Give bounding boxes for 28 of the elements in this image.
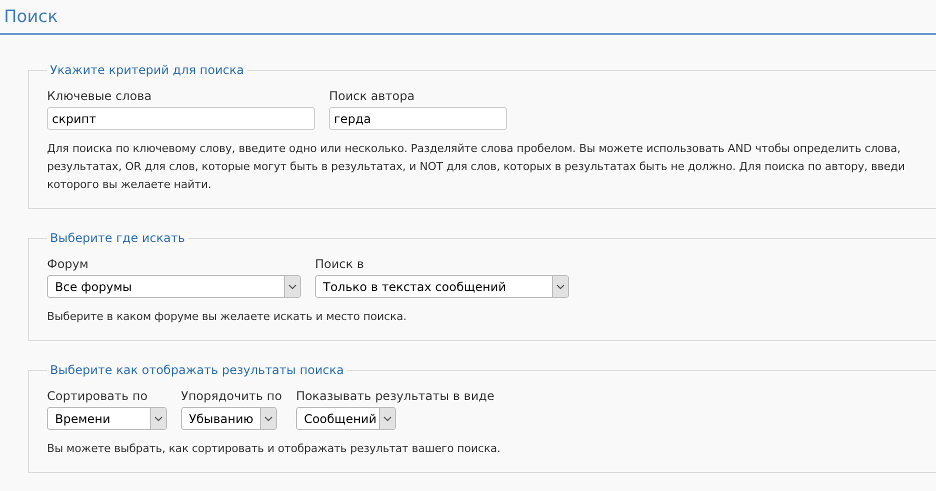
help-text: результатах, OR для слов, которые могут быть в результатах, и NOT для слов, которых в результатах быть не должно. Для поиска по автору, введи	[47, 159, 905, 175]
dropdown-select[interactable]: Убыванию	[181, 407, 277, 430]
field-label: Ключевые слова	[47, 89, 153, 104]
help-text: Выберите в каком форуме вы желаете искать и место поиска.	[47, 309, 407, 325]
field-label: Упорядочить по	[181, 389, 282, 404]
page-title: Поиск	[4, 6, 59, 28]
dropdown-select[interactable]: Только в текстах сообщений	[315, 275, 569, 298]
text-input-field[interactable]: герда	[329, 107, 507, 130]
field-label: Поиск в	[315, 257, 365, 272]
help-text: которого вы желаете найти.	[47, 177, 212, 193]
dropdown-select[interactable]: Все форумы	[47, 275, 301, 298]
section-legend: Выберите где искать	[48, 231, 187, 245]
chevron-down-icon	[552, 276, 568, 297]
field-label: Форум	[47, 257, 90, 272]
section-legend: Укажите критерий для поиска	[48, 63, 246, 77]
field-label: Показывать результаты в виде	[296, 389, 494, 404]
field-label: Поиск автора	[329, 89, 416, 104]
dropdown-select[interactable]: Сообщений	[296, 407, 396, 430]
field-label: Сортировать по	[47, 389, 149, 404]
chevron-down-icon	[260, 408, 276, 429]
section-legend: Выберите как отображать результаты поиска	[48, 363, 346, 377]
chevron-down-icon	[150, 408, 166, 429]
help-text: Для поиска по ключевому слову, введите одно или несколько. Разделяйте слова пробелом. Вы можете использовать AND чтобы определить слова,	[47, 141, 901, 157]
chevron-down-icon	[378, 408, 395, 429]
text-input-field[interactable]: скрипт	[47, 107, 315, 130]
dropdown-select[interactable]: Времени	[47, 407, 167, 430]
help-text: Вы можете выбрать, как сортировать и отображать результат вашего поиска.	[47, 441, 500, 457]
chevron-down-icon	[284, 276, 300, 297]
